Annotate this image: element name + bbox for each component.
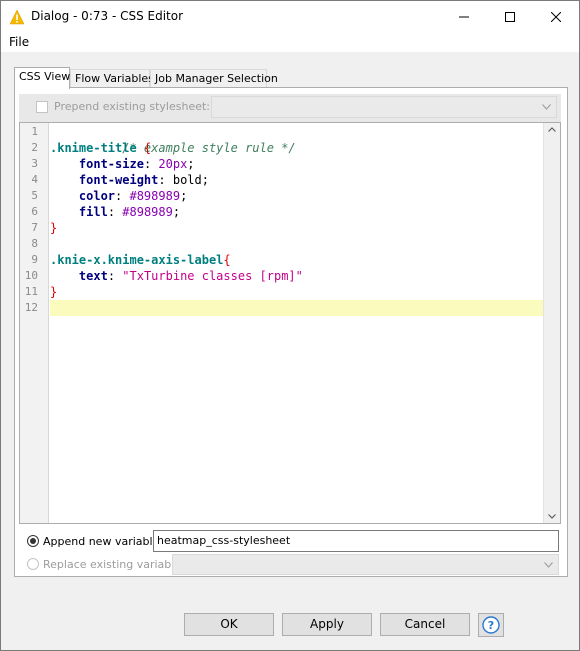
css-editor-window: Dialog - 0:73 - CSS Editor File CSS View… [0, 0, 580, 651]
prepend-stylesheet-select[interactable] [211, 96, 557, 118]
chevron-down-icon [542, 104, 551, 110]
menu-bar: File [1, 32, 579, 52]
line-number: 8 [31, 237, 38, 250]
line-number: 9 [31, 253, 38, 266]
maximize-icon [505, 11, 515, 22]
replace-variable-select[interactable] [172, 554, 559, 575]
css-brace: { [223, 253, 231, 267]
close-button[interactable] [533, 1, 579, 32]
css-string: "TxTurbine classes [rpm]" [122, 269, 303, 283]
css-property: font-weight [78, 173, 159, 187]
css-brace: } [50, 221, 58, 235]
css-colon: : [143, 157, 159, 171]
css-brace: { [136, 141, 152, 155]
tab-css-view[interactable]: CSS View [14, 67, 70, 89]
css-value: 20px [158, 157, 188, 171]
maximize-button[interactable] [487, 1, 533, 32]
title-bar[interactable]: Dialog - 0:73 - CSS Editor [1, 1, 579, 32]
code-line-7: } [50, 220, 57, 236]
css-semicolon: ; [187, 157, 195, 171]
tab-flow-variables[interactable]: Flow Variables [70, 69, 154, 87]
line-number: 12 [24, 301, 38, 314]
replace-variable-radio[interactable] [27, 558, 39, 570]
current-line-highlight [50, 300, 544, 316]
line-number: 3 [31, 157, 38, 170]
code-line-2: .knime-title { [50, 140, 151, 156]
css-semicolon: ; [172, 205, 181, 219]
css-semicolon: ; [180, 189, 188, 203]
prepend-row: Prepend existing stylesheet: [21, 96, 559, 120]
append-variable-input[interactable]: heatmap_css-stylesheet [153, 530, 559, 552]
tab-job-manager-selection[interactable]: Job Manager Selection [150, 69, 278, 87]
line-number: 11 [24, 285, 38, 298]
line-number: 2 [31, 141, 38, 154]
code-line-3: font-size: 20px; [50, 156, 195, 172]
css-selector: .knie-x.knime-axis-label [50, 253, 224, 267]
help-button[interactable]: ? [478, 613, 504, 637]
line-number: 5 [31, 189, 38, 202]
css-view-panel: Prepend existing stylesheet: 1 2 3 4 5 6… [14, 87, 568, 577]
prepend-label: Prepend existing stylesheet: [54, 100, 211, 113]
css-value: #898989 [129, 189, 181, 203]
code-line-6: fill: #898989; [50, 204, 180, 220]
css-property: font-size [78, 157, 144, 171]
cancel-button[interactable]: Cancel [380, 613, 470, 636]
css-colon: : [107, 269, 123, 283]
code-line-4: font-weight: bold; [50, 172, 209, 188]
ok-button[interactable]: OK [184, 613, 274, 636]
editor-vertical-scrollbar[interactable] [543, 123, 560, 523]
line-number: 1 [31, 125, 38, 138]
css-property: fill [78, 205, 108, 219]
prepend-checkbox[interactable] [36, 101, 48, 113]
append-variable-label: Append new variable: [43, 535, 164, 548]
css-code-editor[interactable]: 1 2 3 4 5 6 7 8 9 10 11 12 /* example st… [19, 122, 561, 524]
window-title: Dialog - 0:73 - CSS Editor [31, 9, 184, 23]
line-number: 4 [31, 173, 38, 186]
code-line-9: .knie-x.knime-axis-label{ [50, 252, 231, 268]
line-number: 10 [24, 269, 38, 282]
css-selector: .knime-title [50, 141, 137, 155]
apply-button[interactable]: Apply [282, 613, 372, 636]
svg-text:?: ? [488, 619, 494, 632]
css-colon: : [115, 189, 130, 203]
scroll-down-icon[interactable] [548, 514, 556, 519]
code-line-1: /* example style rule */ [50, 124, 295, 155]
minimize-button[interactable] [441, 1, 487, 32]
css-value: : bold; [158, 173, 209, 187]
replace-variable-label: Replace existing variable: [43, 558, 185, 571]
css-property: text [78, 269, 108, 283]
css-value: #898989 [122, 205, 173, 219]
line-number: 7 [31, 221, 38, 234]
code-line-11: } [50, 284, 57, 300]
chevron-down-icon [544, 562, 553, 568]
css-property: color [78, 189, 116, 203]
code-line-5: color: #898989; [50, 188, 187, 204]
minimize-icon [459, 16, 469, 17]
scroll-up-icon[interactable] [548, 127, 556, 132]
close-icon [551, 11, 561, 22]
line-number-gutter: 1 2 3 4 5 6 7 8 9 10 11 12 [20, 123, 49, 523]
knime-warning-triangle-icon [9, 9, 25, 25]
css-colon: : [107, 205, 123, 219]
css-brace: } [50, 285, 58, 299]
help-question-icon: ? [482, 616, 500, 634]
line-number: 6 [31, 205, 38, 218]
code-line-10: text: "TxTurbine classes [rpm]" [50, 268, 303, 284]
append-variable-radio[interactable] [27, 535, 39, 547]
menu-file[interactable]: File [9, 35, 29, 49]
